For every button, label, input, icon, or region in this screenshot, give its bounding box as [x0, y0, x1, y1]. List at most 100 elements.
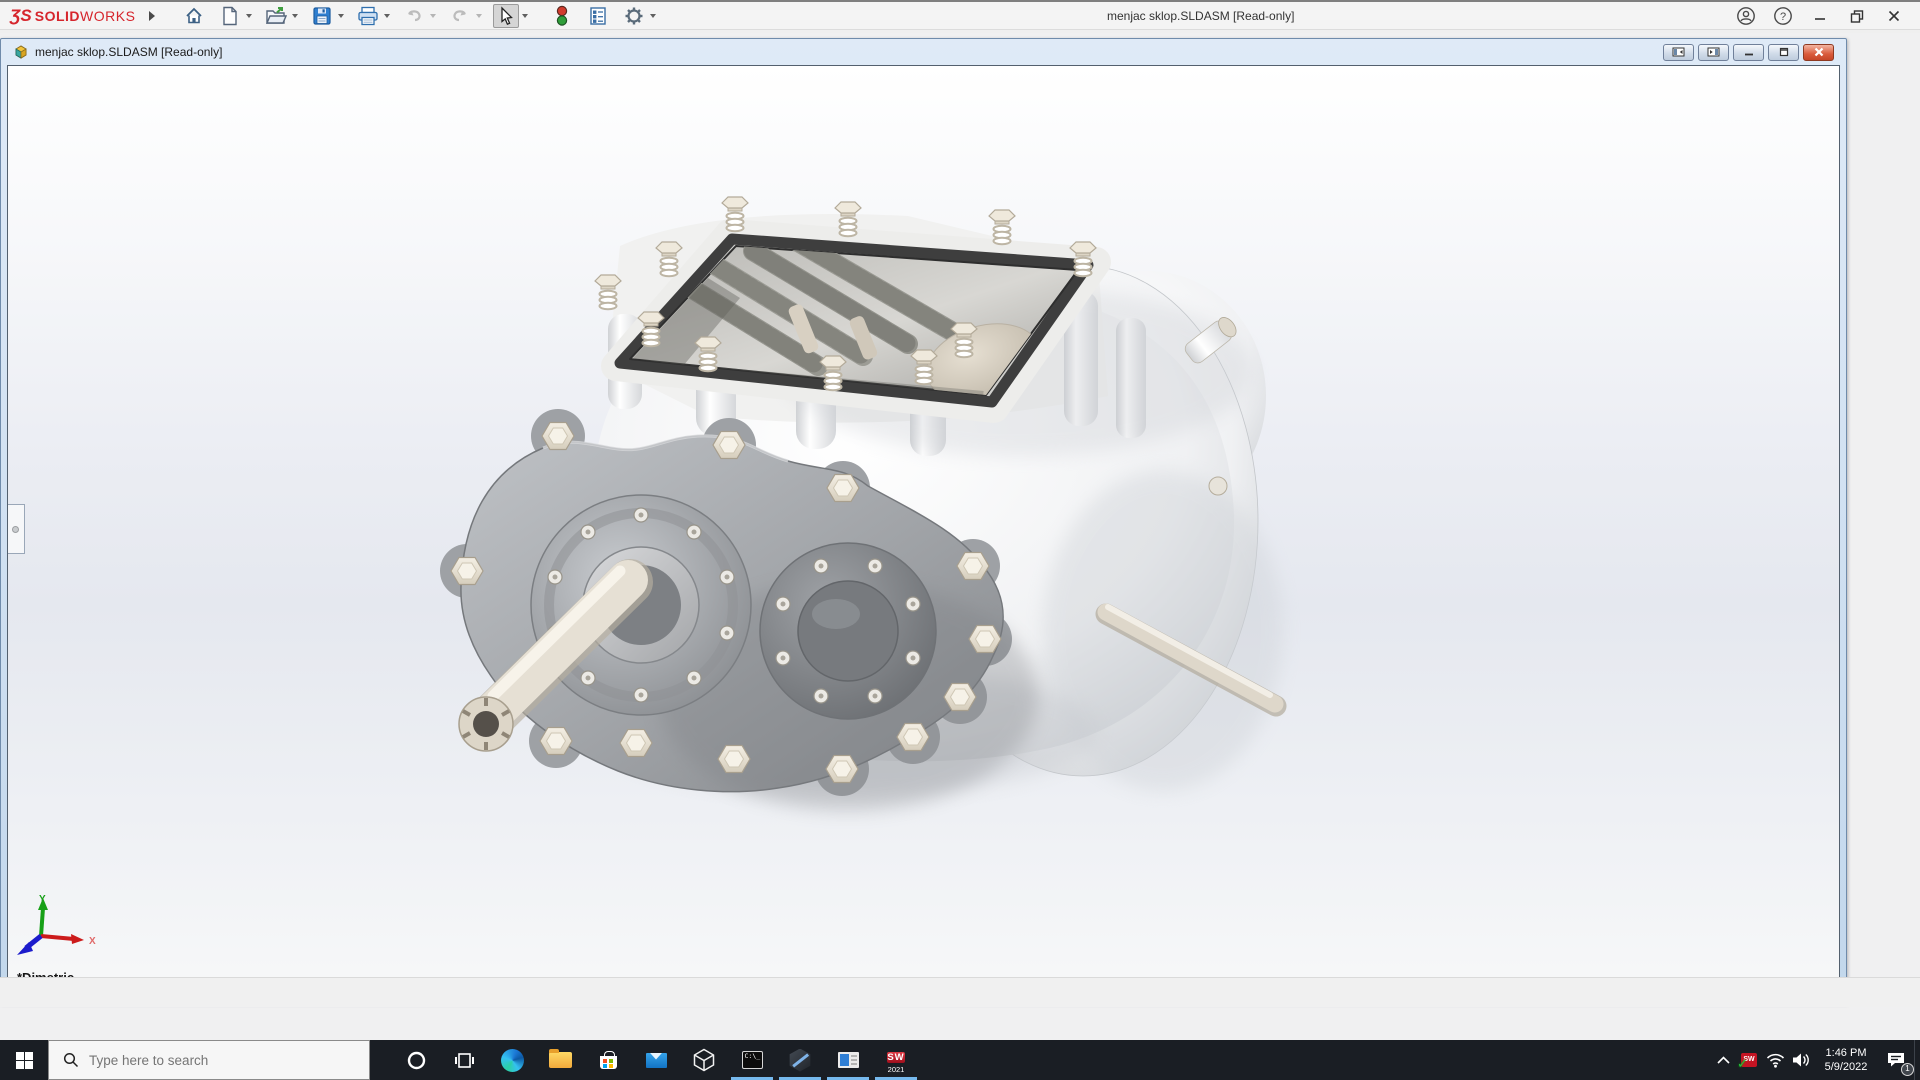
taskbar-search[interactable]	[48, 1040, 370, 1080]
undo-dropdown[interactable]	[427, 4, 439, 28]
document-title: menjac sklop.SLDASM [Read-only]	[35, 45, 223, 59]
select-cursor-icon	[501, 5, 514, 25]
status-bar	[0, 977, 1920, 1007]
command-prompt-icon: C:\_	[741, 1051, 763, 1069]
menu-expand-arrow-icon[interactable]	[149, 10, 156, 21]
triad-x-label: X	[89, 936, 96, 947]
3d-viewer-button[interactable]	[680, 1040, 728, 1080]
save-dropdown[interactable]	[335, 4, 347, 28]
doc-minimize-icon	[1744, 53, 1753, 56]
app-window-icon	[837, 1052, 859, 1068]
minimize-icon	[1815, 17, 1825, 20]
screen: ƷS SOLID WORKS menjac sklop.SLDASM [Read…	[0, 0, 1920, 1080]
undo-button[interactable]	[401, 4, 427, 28]
save-button[interactable]	[309, 4, 335, 28]
right-pane-icon	[1707, 47, 1720, 57]
open-dropdown[interactable]	[289, 4, 301, 28]
taskbar-clock[interactable]: 1:46 PM 5/9/2022	[1814, 1046, 1878, 1074]
restore-icon	[1850, 9, 1864, 23]
account-button[interactable]	[1734, 4, 1758, 28]
options-button[interactable]	[621, 4, 647, 28]
close-icon	[1888, 10, 1900, 21]
gearbox-model	[440, 196, 1287, 811]
hexagon-app-icon	[789, 1048, 811, 1072]
graphics-viewport[interactable]: Y X *Dimetric	[7, 65, 1840, 997]
cortana-button[interactable]	[392, 1040, 440, 1080]
featuremanager-collapsed-tab[interactable]	[8, 504, 25, 554]
solidworks-2021-button[interactable]: SW 2021	[872, 1040, 920, 1080]
edge-button[interactable]	[488, 1040, 536, 1080]
cortana-icon	[407, 1051, 425, 1069]
open-button[interactable]	[263, 4, 289, 28]
file-explorer-button[interactable]	[536, 1040, 584, 1080]
edge-icon	[500, 1048, 524, 1072]
new-document-dropdown[interactable]	[243, 4, 255, 28]
close-button[interactable]	[1882, 4, 1906, 28]
solidworks-logo-works: WORKS	[80, 7, 136, 24]
assembly-icon	[15, 45, 27, 59]
hexagon-app-button[interactable]	[776, 1040, 824, 1080]
options-dropdown[interactable]	[647, 4, 659, 28]
microsoft-store-button[interactable]	[584, 1040, 632, 1080]
quick-access-toolbar	[181, 3, 667, 28]
restore-button[interactable]	[1845, 4, 1869, 28]
search-icon	[63, 1052, 79, 1068]
notification-badge: 1	[1901, 1063, 1914, 1076]
task-view-button[interactable]	[440, 1040, 488, 1080]
select-tool-button[interactable]	[493, 3, 520, 28]
sw-logo-year: 2021	[887, 1065, 905, 1074]
clock-date: 5/9/2022	[1824, 1061, 1868, 1073]
action-center-button[interactable]: 1	[1878, 1040, 1914, 1080]
start-button[interactable]	[0, 1040, 48, 1080]
command-prompt-button[interactable]: C:\_	[728, 1040, 776, 1080]
new-document-button[interactable]	[217, 4, 243, 28]
mail-icon	[645, 1052, 667, 1068]
volume-button[interactable]	[1788, 1040, 1814, 1080]
document-window: menjac sklop.SLDASM [Read-only] Y X	[0, 38, 1847, 1004]
solidworks-logo-mark: ƷS	[10, 5, 32, 25]
redo-button[interactable]	[447, 4, 473, 28]
file-properties-button[interactable]	[585, 4, 611, 28]
doc-restore-button[interactable]	[1768, 43, 1799, 61]
app-titlebar: ƷS SOLID WORKS menjac sklop.SLDASM [Read…	[0, 0, 1920, 30]
solidworks-tray-icon: SW ✓	[1737, 1053, 1757, 1071]
doc-close-button[interactable]	[1803, 43, 1834, 61]
mail-button[interactable]	[632, 1040, 680, 1080]
select-tool-dropdown[interactable]	[519, 4, 531, 28]
save-icon	[313, 6, 332, 25]
workspace: menjac sklop.SLDASM [Read-only] Y X	[0, 33, 1920, 1040]
clock-time: 1:46 PM	[1825, 1047, 1867, 1059]
solidworks-2021-icon: SW 2021	[887, 1047, 905, 1074]
file-properties-icon	[590, 6, 607, 25]
gear-icon	[625, 7, 643, 24]
windows-logo-icon	[15, 1051, 33, 1069]
doc-left-pane-button[interactable]	[1663, 43, 1694, 61]
check-icon: ✓	[1737, 1056, 1748, 1071]
help-button[interactable]: ?	[1771, 4, 1795, 28]
solidworks-tray-button[interactable]: SW ✓	[1736, 1040, 1762, 1080]
minimize-button[interactable]	[1808, 4, 1832, 28]
traffic-light-icon	[557, 5, 568, 26]
doc-close-icon	[1814, 47, 1823, 57]
print-dropdown[interactable]	[381, 4, 393, 28]
file-explorer-icon	[548, 1049, 572, 1068]
3d-viewer-icon	[693, 1048, 715, 1072]
search-input[interactable]	[89, 1052, 339, 1068]
sw-logo-letters: SW	[887, 1052, 905, 1063]
redo-dropdown[interactable]	[473, 4, 485, 28]
selection-filter-button[interactable]	[549, 4, 575, 28]
microsoft-store-icon	[599, 1051, 617, 1069]
app-window-button[interactable]	[824, 1040, 872, 1080]
show-desktop-button[interactable]	[1914, 1040, 1920, 1080]
print-button[interactable]	[355, 4, 381, 28]
document-window-controls	[1663, 43, 1834, 61]
print-icon	[358, 6, 379, 25]
document-titlebar[interactable]: menjac sklop.SLDASM [Read-only]	[7, 39, 1840, 65]
solidworks-logo-solid: SOLID	[34, 7, 81, 24]
wifi-button[interactable]	[1762, 1040, 1788, 1080]
doc-right-pane-button[interactable]	[1698, 43, 1729, 61]
hidden-icons-button[interactable]	[1710, 1040, 1736, 1080]
home-button[interactable]	[181, 4, 207, 28]
window-controls: ?	[1734, 4, 1920, 28]
doc-minimize-button[interactable]	[1733, 43, 1764, 61]
